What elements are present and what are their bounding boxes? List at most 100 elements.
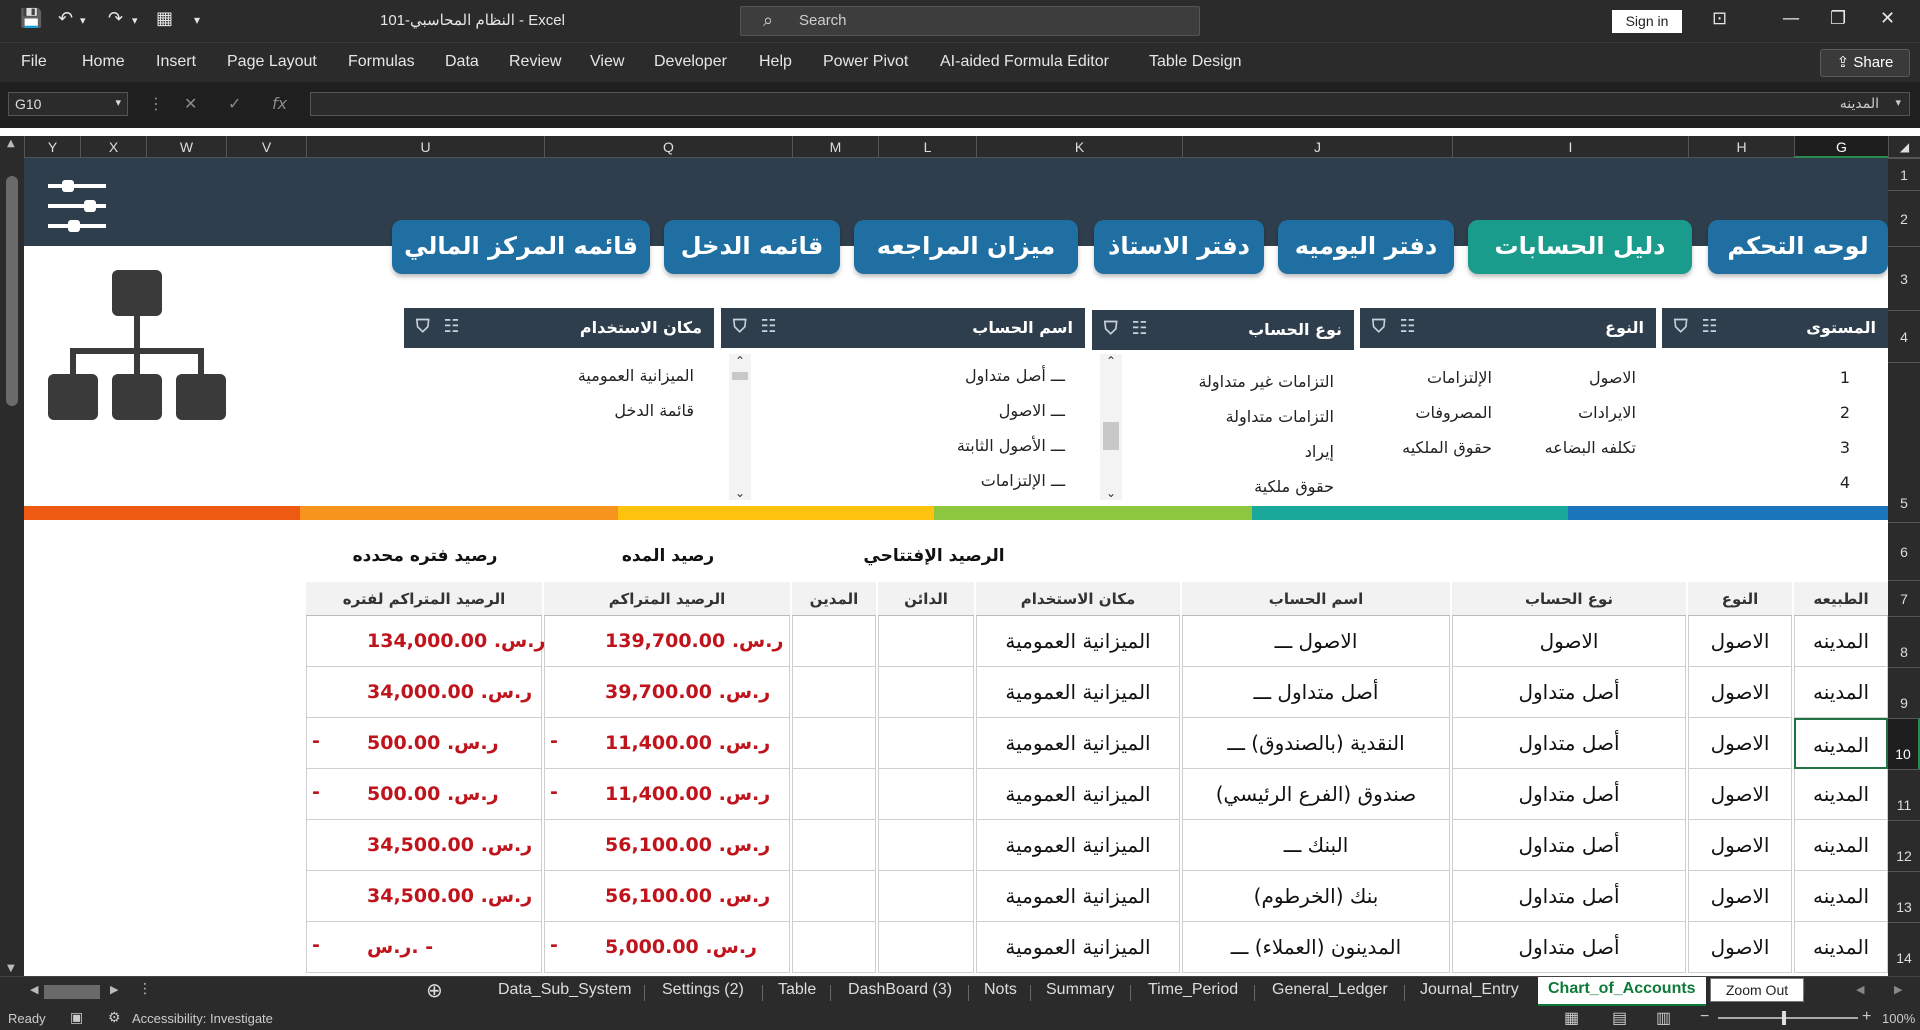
scroll-right-icon[interactable]: ▶ [110,983,118,996]
slicer-item[interactable]: تكلفه البضاعه [1545,438,1636,457]
cell-cumulative[interactable]: ر.س. 56,100.00 [544,871,790,922]
horizontal-scroll-thumb[interactable] [44,985,100,999]
sheet-tab-active[interactable]: Chart_of_Accounts [1538,977,1706,1007]
accessibility-icon[interactable]: ⚙ [108,1009,121,1026]
slicer-filter-icons[interactable]: ⛉☷ [1372,316,1430,337]
tabs-scroll-left-icon[interactable]: ◀ [1856,983,1864,996]
vertical-scrollbar[interactable]: ▲ ▼ [0,136,24,976]
form-icon[interactable]: ▦ [156,8,173,29]
cell-account-type[interactable]: أصل متداول [1452,922,1686,973]
nav-dashboard-button[interactable]: لوحه التحكم [1708,220,1888,274]
tab-review[interactable]: Review [509,53,561,71]
zoom-level[interactable]: 100% [1882,1011,1915,1026]
slicer-filter-icons[interactable]: ⛉☷ [1104,318,1162,339]
tab-home[interactable]: Home [82,53,125,71]
cell-account-type[interactable]: أصل متداول [1452,871,1686,922]
cell-type[interactable]: الاصول [1688,667,1792,718]
cell-cumulative-period[interactable]: ر.س. - [306,922,542,973]
macro-recording-icon[interactable]: ▣ [70,1009,83,1026]
sheet-tab[interactable]: General_Ledger [1272,981,1388,999]
cell-debit[interactable] [792,871,876,922]
cell-usage[interactable]: الميزانية العمومية [976,616,1180,667]
zoom-slider-thumb[interactable] [1782,1011,1786,1025]
zoom-in-icon[interactable]: + [1862,1008,1871,1026]
save-icon[interactable]: 💾 [20,8,42,29]
col-header-cumulative-period[interactable]: الرصيد المتراكم لفتره [306,582,542,616]
scroll-down-icon[interactable]: ⌄ [729,486,751,500]
column-header-selected[interactable]: G [1794,136,1888,158]
sheet-tab[interactable]: Nots [984,981,1017,999]
slicer-usage[interactable]: ⛉☷ مكان الاستخدام الميزانية العمومية قائ… [404,308,714,504]
cell-debit[interactable] [792,769,876,820]
cell-nature[interactable]: المدينه [1794,718,1888,769]
slicer-item[interactable]: قائمة الدخل [614,401,694,420]
tab-formulas[interactable]: Formulas [348,53,415,71]
cell-account-type[interactable]: الاصول [1452,616,1686,667]
cell-usage[interactable]: الميزانية العمومية [976,820,1180,871]
restore-button[interactable]: ❐ [1830,8,1846,29]
column-header[interactable]: V [226,136,306,158]
name-box-dropdown-icon[interactable]: ▾ [115,96,121,109]
row-header[interactable]: 9 [1888,667,1920,718]
ribbon-display-icon[interactable]: ⊡ [1712,8,1727,29]
row-header[interactable]: 1 [1888,158,1920,190]
tab-insert[interactable]: Insert [156,53,196,71]
column-header[interactable]: Y [24,136,80,158]
scroll-up-icon[interactable]: ⌃ [1100,354,1122,368]
zoom-slider[interactable] [1718,1017,1858,1019]
tab-file[interactable]: File [21,53,47,71]
cell-credit[interactable] [878,667,974,718]
column-header[interactable]: H [1688,136,1794,158]
row-header[interactable]: 7 [1888,580,1920,616]
worksheet[interactable]: لوحه التحكم دليل الحسابات دفتر اليوميه د… [24,158,1888,976]
slicer-item[interactable]: ـــ الإلتزامات [981,471,1065,490]
cell-debit[interactable] [792,718,876,769]
nav-ledger-button[interactable]: دفتر الاستاذ [1094,220,1264,274]
cell-usage[interactable]: الميزانية العمومية [976,718,1180,769]
cell-account-name[interactable]: المدينون (العملاء) ـــ [1182,922,1450,973]
cell-cumulative-period[interactable]: ر.س. 34,500.00 [306,871,542,922]
cell-debit[interactable] [792,820,876,871]
cell-account-type[interactable]: أصل متداول [1452,820,1686,871]
cell-account-name[interactable]: الاصول ـــ [1182,616,1450,667]
row-header[interactable]: 8 [1888,616,1920,667]
cell-account-name[interactable]: صندوق (الفرع الرئيسي) [1182,769,1450,820]
slicer-filter-icons[interactable]: ⛉☷ [416,316,474,337]
page-layout-view-icon[interactable]: ▤ [1612,1008,1627,1028]
scroll-thumb[interactable] [732,372,748,380]
cell-debit[interactable] [792,616,876,667]
cell-nature[interactable]: المدينه [1794,616,1888,667]
tab-power-pivot[interactable]: Power Pivot [823,53,908,71]
slicer-item[interactable]: حقوق الملكيه [1402,438,1492,457]
sheet-tab[interactable]: Data_Sub_System [498,981,631,999]
nav-journal-button[interactable]: دفتر اليوميه [1278,220,1454,274]
slicer-scrollbar[interactable]: ⌃ ⌄ [729,354,751,500]
row-header[interactable]: 11 [1888,769,1920,820]
row-header[interactable]: 13 [1888,871,1920,922]
column-header[interactable]: J [1182,136,1452,158]
expand-formula-icon[interactable]: ▾ [1895,96,1901,109]
sheet-tab[interactable]: DashBoard (3) [848,981,952,999]
cell-account-name[interactable]: البنك ـــ [1182,820,1450,871]
select-all-icon[interactable]: ◢ [1888,136,1920,158]
cell-type[interactable]: الاصول [1688,718,1792,769]
redo-icon[interactable]: ↷ [108,8,123,29]
nav-income-statement-button[interactable]: قائمه الدخل [664,220,840,274]
cell-credit[interactable] [878,769,974,820]
cell-account-type[interactable]: أصل متداول [1452,667,1686,718]
slicer-item[interactable]: المصروفات [1415,403,1492,422]
cell-cumulative[interactable]: ر.س. 139,700.00 [544,616,790,667]
cell-cumulative[interactable]: ر.س. 39,700.00 [544,667,790,718]
slicer-item[interactable]: التزامات غير متداولة [1198,372,1334,391]
tab-view[interactable]: View [590,53,624,71]
cell-usage[interactable]: الميزانية العمومية [976,667,1180,718]
add-sheet-icon[interactable]: ⊕ [426,978,443,1002]
sheet-tab[interactable]: Journal_Entry [1420,981,1519,999]
enter-icon[interactable]: ✓ [228,94,241,113]
slicer-filter-icons[interactable]: ⛉☷ [733,316,791,337]
tab-help[interactable]: Help [759,53,792,71]
nav-chart-of-accounts-button[interactable]: دليل الحسابات [1468,220,1692,274]
cell-debit[interactable] [792,922,876,973]
tab-page-layout[interactable]: Page Layout [227,53,317,71]
status-accessibility[interactable]: Accessibility: Investigate [132,1011,273,1026]
